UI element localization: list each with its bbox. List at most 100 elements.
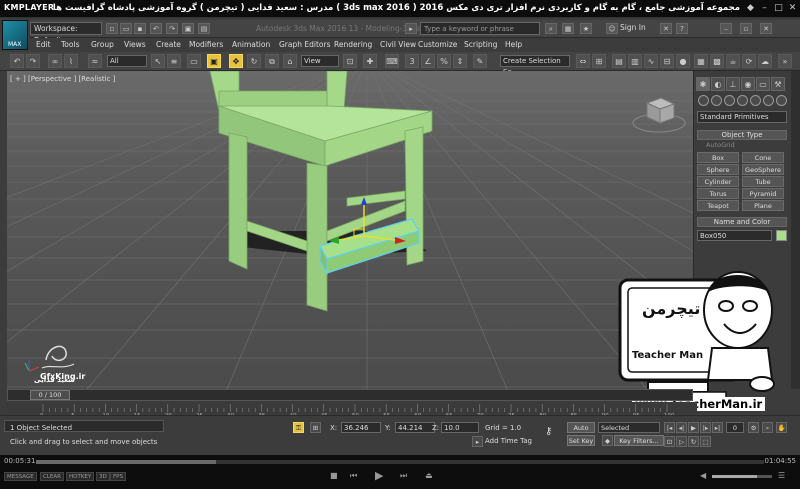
zoom-extents-icon[interactable]: ⊡ [664, 436, 675, 447]
add-time-tag[interactable]: Add Time Tag [485, 437, 532, 445]
lights-icon[interactable] [724, 95, 735, 106]
menu-help[interactable]: Help [505, 40, 522, 49]
menu-tools[interactable]: Tools [61, 40, 79, 49]
align-icon[interactable]: ⊞ [592, 54, 606, 68]
go-to-start-icon[interactable]: |◂ [664, 422, 675, 433]
chair-model[interactable] [209, 71, 433, 312]
player-chip-fps[interactable]: FPS [110, 472, 126, 481]
minimize-icon[interactable]: – [758, 2, 771, 14]
menu-create[interactable]: Create [156, 40, 181, 49]
motion-tab-icon[interactable]: ◉ [741, 77, 755, 91]
eject-icon[interactable]: ⏏ [425, 471, 433, 480]
communication-icon[interactable]: ★ [580, 23, 592, 34]
render-iterative-icon[interactable]: ⟳ [742, 54, 756, 68]
playlist-icon[interactable]: ☰ [778, 471, 785, 480]
select-and-place-icon[interactable]: ⌂ [283, 54, 297, 68]
viewport-label-menu[interactable]: [ + ] [Perspective ] [Realistic ] [10, 75, 115, 83]
player-chip-hotkey[interactable]: HOTKEY [66, 472, 95, 481]
go-to-end-icon[interactable]: ▸| [712, 422, 723, 433]
rectangular-selection-icon[interactable]: ▭ [187, 54, 201, 68]
object-type-rollout[interactable]: Object Type [697, 130, 787, 140]
helpers-icon[interactable] [750, 95, 761, 106]
pin-icon[interactable]: ◆ [744, 2, 757, 14]
named-selection-sets-dropdown[interactable]: Create Selection Se [500, 55, 570, 76]
box-button[interactable]: Box [697, 152, 739, 163]
cylinder-button[interactable]: Cylinder [697, 176, 739, 187]
window-crossing-icon[interactable]: ▣ [207, 54, 221, 68]
maximize-viewport-icon[interactable]: ⬚ [700, 436, 711, 447]
teapot-button[interactable]: Teapot [697, 200, 739, 211]
new-file-icon[interactable]: ▫ [106, 23, 118, 34]
save-file-icon[interactable]: ▪ [134, 23, 146, 34]
player-chip-message[interactable]: MESSAGE [4, 472, 37, 481]
redo-icon[interactable]: ↷ [166, 23, 178, 34]
select-and-move-icon[interactable]: ✥ [229, 54, 243, 68]
help-icon[interactable]: ? [676, 23, 688, 34]
object-category-dropdown[interactable]: Standard Primitives [697, 111, 787, 123]
key-filters-button[interactable]: Key Filters... [614, 435, 664, 446]
select-manipulate-icon[interactable]: ✚ [363, 54, 377, 68]
menu-modifiers[interactable]: Modifiers [189, 40, 223, 49]
autogrid-checkbox[interactable]: AutoGrid [706, 141, 735, 149]
pan-icon[interactable]: ✋ [776, 422, 787, 433]
shapes-icon[interactable] [711, 95, 722, 106]
geosphere-button[interactable]: GeoSphere [742, 164, 784, 175]
menu-edit[interactable]: Edit [36, 40, 51, 49]
torus-button[interactable]: Torus [697, 188, 739, 199]
player-chip-3d[interactable]: 3D [96, 472, 110, 481]
snaps-toggle-icon[interactable]: 3 [405, 54, 419, 68]
stop-icon[interactable]: ■ [330, 471, 338, 480]
hierarchy-tab-icon[interactable]: ⊥ [726, 77, 740, 91]
zoom-icon[interactable]: ⌕ [762, 422, 773, 433]
select-by-name-icon[interactable]: ≡ [167, 54, 181, 68]
cone-button[interactable]: Cone [742, 152, 784, 163]
systems-icon[interactable] [776, 95, 787, 106]
undo-icon[interactable]: ↶ [150, 23, 162, 34]
menu-group[interactable]: Group [91, 40, 114, 49]
time-tag-icon[interactable]: ▸ [472, 436, 483, 447]
keyboard-shortcut-override-icon[interactable]: ⌨ [385, 54, 399, 68]
utilities-tab-icon[interactable]: ⚒ [771, 77, 785, 91]
create-tab-icon[interactable]: ✱ [696, 77, 710, 91]
auto-key-button[interactable]: Auto Key [567, 422, 595, 442]
plane-button[interactable]: Plane [742, 200, 784, 211]
next-icon[interactable]: ⏭ [400, 471, 407, 481]
subscription-icon[interactable]: ▦ [562, 23, 574, 34]
search-input[interactable]: Type a keyword or phrase [420, 22, 540, 35]
user-icon[interactable]: ☺ [606, 23, 618, 34]
next-frame-icon[interactable]: |▸ [700, 422, 711, 433]
selected-box050[interactable] [319, 218, 420, 276]
modify-tab-icon[interactable]: ◐ [711, 77, 725, 91]
player-play-icon[interactable]: ▶ [375, 469, 383, 482]
undo-icon[interactable]: ↶ [10, 54, 24, 68]
sphere-button[interactable]: Sphere [697, 164, 739, 175]
display-tab-icon[interactable]: ▭ [756, 77, 770, 91]
select-object-icon[interactable]: ↖ [151, 54, 165, 68]
command-panel-scrollbar[interactable] [791, 71, 800, 389]
sign-in-link[interactable]: Sign In [620, 23, 646, 32]
link-icon[interactable]: ∞ [48, 54, 62, 68]
app-restore-icon[interactable]: ▫ [740, 23, 752, 34]
time-configuration-icon[interactable]: ⚙ [748, 422, 759, 433]
key-mode-icon[interactable]: ◆ [602, 435, 613, 446]
render-production-icon[interactable]: ☕ [726, 54, 740, 68]
previous-frame-icon[interactable]: ◂| [676, 422, 687, 433]
edit-named-selection-icon[interactable]: ✎ [473, 54, 487, 68]
menu-animation[interactable]: Animation [232, 40, 270, 49]
selection-filter-dropdown[interactable]: All [107, 55, 147, 67]
perspective-viewport[interactable] [7, 71, 693, 389]
unlink-icon[interactable]: ⌇ [64, 54, 78, 68]
time-slider[interactable] [7, 389, 693, 401]
pivot-center-icon[interactable]: ⊡ [343, 54, 357, 68]
menu-scripting[interactable]: Scripting [464, 40, 497, 49]
spacewarps-icon[interactable] [763, 95, 774, 106]
absolute-mode-icon[interactable]: ⊞ [310, 422, 321, 433]
exchange-icon[interactable]: ✕ [660, 23, 672, 34]
pyramid-button[interactable]: Pyramid [742, 188, 784, 199]
menu-rendering[interactable]: Rendering [334, 40, 372, 49]
object-name-field[interactable]: Box050 [697, 230, 772, 241]
player-chip-clear[interactable]: CLEAR [40, 472, 64, 481]
app-close-icon[interactable]: ✕ [760, 23, 772, 34]
schematic-view-icon[interactable]: ⊟ [660, 54, 674, 68]
reference-coordinate-dropdown[interactable]: View [301, 55, 339, 67]
